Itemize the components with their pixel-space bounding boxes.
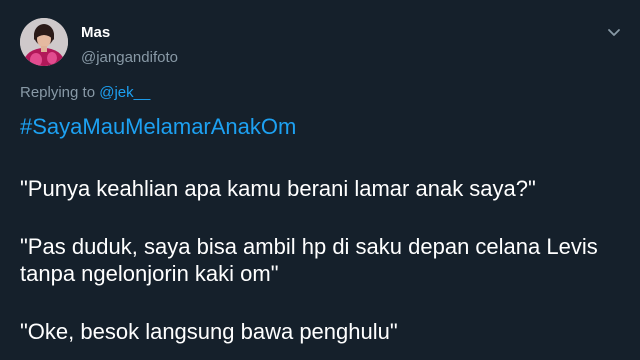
- author-handle[interactable]: @jangandifoto: [81, 49, 178, 67]
- profile-photo-avatar: [20, 18, 68, 66]
- author-avatar[interactable]: [20, 18, 68, 66]
- tweet-text-line-4: "Oke, besok langsung bawa penghulu": [20, 319, 398, 344]
- author-name[interactable]: Mas: [81, 24, 110, 42]
- replying-prefix: Replying to: [20, 84, 100, 101]
- tweet-text-line-2: "Pas duduk, saya bisa ambil hp di saku d…: [20, 234, 598, 259]
- hashtag-link[interactable]: #SayaMauMelamarAnakOm: [20, 113, 296, 141]
- replying-to: Replying to @jek__: [20, 84, 150, 102]
- reply-mention-link[interactable]: @jek__: [99, 84, 150, 101]
- tweet-text-line-3: tanpa ngelonjorin kaki om": [20, 261, 279, 286]
- chevron-down-icon[interactable]: [606, 26, 622, 40]
- tweet-text-line-1: "Punya keahlian apa kamu berani lamar an…: [20, 176, 536, 201]
- tweet-card: Mas @jangandifoto Replying to @jek__ #Sa…: [0, 0, 640, 360]
